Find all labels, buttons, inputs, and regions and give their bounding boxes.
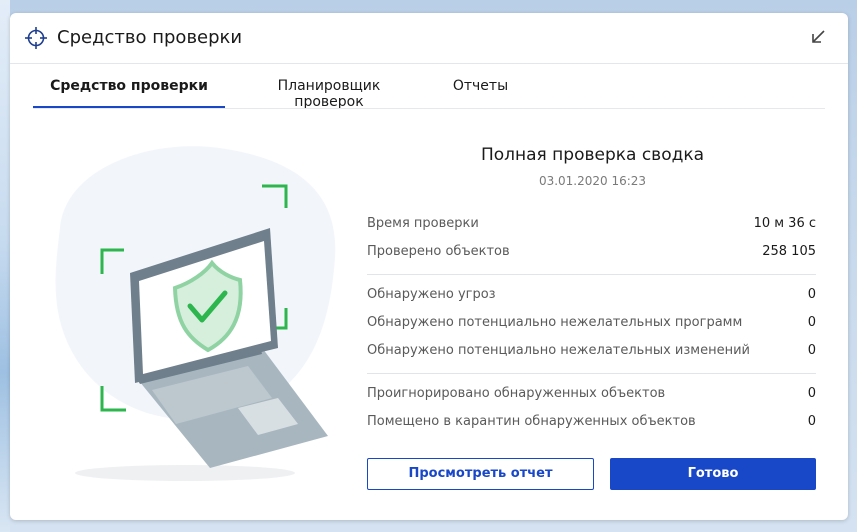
stat-row: Обнаружено угроз 0	[367, 287, 816, 307]
stat-row: Обнаружено потенциально нежелательных пр…	[367, 315, 816, 335]
tab-label: Средство проверки	[50, 78, 208, 94]
stat-value: 0	[807, 287, 816, 302]
desktop-background	[0, 0, 10, 532]
title-bar: Средство проверки	[10, 13, 848, 63]
stat-value: 0	[807, 343, 816, 358]
stat-row: Помещено в карантин обнаруженных объекто…	[367, 414, 816, 434]
scanner-window: Средство проверки Средство проверки План…	[10, 13, 848, 520]
tab-reports[interactable]: Отчеты	[443, 78, 518, 108]
stat-value: 0	[807, 386, 816, 401]
stat-label: Время проверки	[367, 216, 479, 231]
done-button[interactable]: Готово	[610, 458, 816, 490]
stats-divider	[367, 373, 816, 374]
stats-divider	[367, 274, 816, 275]
summary-date: 03.01.2020 16:23	[538, 174, 647, 188]
tab-label: Отчеты	[452, 78, 509, 94]
view-report-button[interactable]: Просмотреть отчет	[367, 458, 594, 490]
stat-label: Проверено объектов	[367, 244, 510, 259]
stat-value: 10 м 36 с	[753, 216, 816, 231]
window-title: Средство проверки	[57, 27, 243, 48]
tabs-divider	[33, 108, 825, 109]
stat-label: Проигнорировано обнаруженных объектов	[367, 386, 666, 401]
crosshair-icon	[25, 27, 47, 49]
stat-label: Помещено в карантин обнаруженных объекто…	[367, 414, 696, 429]
summary-title: Полная проверка сводка	[480, 145, 705, 165]
stat-value: 258 105	[762, 244, 816, 259]
stat-label: Обнаружено потенциально нежелательных из…	[367, 343, 750, 358]
tab-scanner[interactable]: Средство проверки	[33, 78, 225, 109]
arrow-down-left-icon[interactable]	[808, 27, 828, 47]
tab-scheduler[interactable]: Планировщик проверок	[243, 78, 415, 110]
stat-row: Время проверки 10 м 36 с	[367, 216, 816, 236]
stat-value: 0	[807, 315, 816, 330]
title-divider	[10, 63, 848, 64]
stat-label: Обнаружено потенциально нежелательных пр…	[367, 315, 743, 330]
stat-row: Обнаружено потенциально нежелательных из…	[367, 343, 816, 363]
tab-label: Планировщик проверок	[277, 78, 381, 110]
stat-label: Обнаружено угроз	[367, 287, 496, 302]
stat-value: 0	[807, 414, 816, 429]
stat-row: Проверено объектов 258 105	[367, 244, 816, 264]
stat-row: Проигнорировано обнаруженных объектов 0	[367, 386, 816, 406]
laptop-shield-illustration	[55, 146, 336, 481]
tab-bar: Средство проверки Планировщик проверок О…	[33, 75, 825, 110]
